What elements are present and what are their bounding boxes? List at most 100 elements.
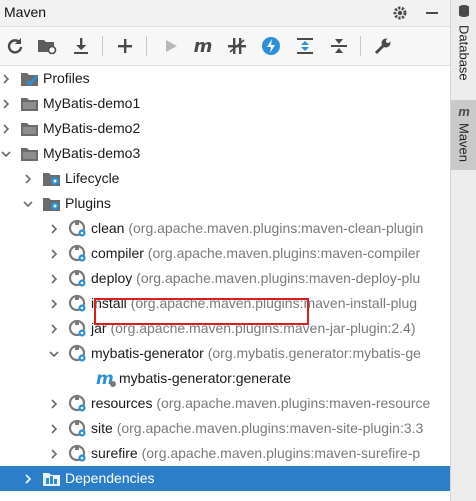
tree-row[interactable]: install (org.apache.maven.plugins:maven-… xyxy=(0,291,450,316)
chevron-down-icon[interactable] xyxy=(22,197,34,209)
chevron-right-icon[interactable] xyxy=(48,297,60,309)
node-coordinates: (org.apache.maven.plugins:maven-surefire… xyxy=(141,445,421,461)
database-icon xyxy=(457,4,471,21)
goal-icon: m xyxy=(96,369,116,389)
tree-row-label: Profiles xyxy=(43,70,90,86)
expand-all-icon[interactable] xyxy=(294,35,316,57)
database-tab-label: Database xyxy=(456,25,472,81)
tree-row[interactable]: compiler (org.apache.maven.plugins:maven… xyxy=(0,241,450,266)
node-coordinates: (org.apache.maven.plugins:maven-compiler xyxy=(147,245,421,261)
skip-tests-icon[interactable] xyxy=(260,35,282,57)
tree-row-label: MyBatis-demo3 xyxy=(43,145,140,161)
tree-row[interactable]: MyBatis-demo3 xyxy=(0,141,450,166)
run-icon[interactable] xyxy=(160,35,182,57)
node-name: Dependencies xyxy=(65,470,155,486)
node-name: surefire xyxy=(91,445,138,461)
tree-row[interactable]: mybatis-generator (org.mybatis.generator… xyxy=(0,341,450,366)
plugin-icon xyxy=(68,294,88,313)
node-name: Plugins xyxy=(65,195,111,211)
folder-gear-icon xyxy=(42,194,62,213)
tree-row-label: mybatis-generator:generate xyxy=(119,370,291,386)
tree-row-label: deploy (org.apache.maven.plugins:maven-d… xyxy=(91,270,420,286)
tree-row-label: mybatis-generator (org.mybatis.generator… xyxy=(91,345,421,361)
gear-icon[interactable] xyxy=(390,3,410,23)
chevron-right-icon[interactable] xyxy=(48,397,60,409)
plugin-icon xyxy=(68,244,88,263)
minimize-icon[interactable] xyxy=(422,3,442,23)
maven-project-icon xyxy=(20,119,40,138)
node-coordinates: (org.apache.maven.plugins:maven-deploy-p… xyxy=(136,270,421,286)
chevron-right-icon[interactable] xyxy=(48,447,60,459)
maven-toolbar: m xyxy=(0,27,450,66)
node-name: MyBatis-demo1 xyxy=(43,95,141,111)
node-name: MyBatis-demo3 xyxy=(43,145,141,161)
database-tab[interactable]: Database xyxy=(451,4,476,94)
maven-tool-window: Maven m Profiles MyBatis-demo1 MyBatis-d… xyxy=(0,0,450,501)
node-coordinates: (org.apache.maven.plugins:maven-install-… xyxy=(130,295,418,311)
chevron-right-icon[interactable] xyxy=(0,72,12,84)
profiles-icon xyxy=(20,69,40,88)
collapse-all-icon[interactable] xyxy=(328,35,350,57)
tree-row[interactable]: Profiles xyxy=(0,66,450,91)
title-bar: Maven xyxy=(0,0,450,27)
tree-row[interactable]: deploy (org.apache.maven.plugins:maven-d… xyxy=(0,266,450,291)
tree-row-label: MyBatis-demo1 xyxy=(43,95,140,111)
tree-row[interactable]: Lifecycle xyxy=(0,166,450,191)
tree-row[interactable]: jar (org.apache.maven.plugins:maven-jar-… xyxy=(0,316,450,341)
tree-row-label: install (org.apache.maven.plugins:maven-… xyxy=(91,295,417,311)
tree-row[interactable]: Plugins xyxy=(0,191,450,216)
plugin-icon xyxy=(68,219,88,238)
tree-row-label: surefire (org.apache.maven.plugins:maven… xyxy=(91,445,420,461)
chevron-right-icon[interactable] xyxy=(48,322,60,334)
tree-row-label: MyBatis-demo2 xyxy=(43,120,140,136)
tree-row-label: clean (org.apache.maven.plugins:maven-cl… xyxy=(91,220,423,236)
chevron-right-icon[interactable] xyxy=(0,97,12,109)
tree-row[interactable]: clean (org.apache.maven.plugins:maven-cl… xyxy=(0,216,450,241)
chevron-right-icon[interactable] xyxy=(22,472,34,484)
folder-gear-icon xyxy=(42,169,62,188)
chevron-right-icon[interactable] xyxy=(0,122,12,134)
node-coordinates: (org.apache.maven.plugins:maven-site-plu… xyxy=(116,420,424,436)
node-coordinates: (org.apache.maven.plugins:maven-jar-plug… xyxy=(110,320,416,336)
chevron-right-icon[interactable] xyxy=(22,172,34,184)
tree-row[interactable]: site (org.apache.maven.plugins:maven-sit… xyxy=(0,416,450,441)
maven-tab[interactable]: m Maven xyxy=(451,100,476,170)
node-name: mybatis-generator xyxy=(91,345,204,361)
plugin-icon xyxy=(68,444,88,463)
add-icon[interactable] xyxy=(114,35,136,57)
refresh-icon[interactable] xyxy=(4,35,26,57)
right-tool-strip: Database m Maven xyxy=(450,0,476,501)
folder-refresh-icon[interactable] xyxy=(36,35,58,57)
tree-row[interactable]: Dependencies xyxy=(0,466,450,491)
tree-row-label: jar (org.apache.maven.plugins:maven-jar-… xyxy=(91,320,416,336)
tree-row[interactable]: resources (org.apache.maven.plugins:mave… xyxy=(0,391,450,416)
tree-row[interactable]: surefire (org.apache.maven.plugins:maven… xyxy=(0,441,450,466)
chevron-down-icon[interactable] xyxy=(0,147,12,159)
toggle-offline-icon[interactable] xyxy=(226,35,248,57)
maven-project-tree: Profiles MyBatis-demo1 MyBatis-demo2 MyBati… xyxy=(0,66,450,501)
download-icon[interactable] xyxy=(70,35,92,57)
maven-m-icon[interactable]: m xyxy=(192,35,214,57)
window-title: Maven xyxy=(4,4,47,20)
chevron-right-icon[interactable] xyxy=(48,422,60,434)
chevron-right-icon[interactable] xyxy=(48,272,60,284)
tree-row[interactable]: MyBatis-demo1 xyxy=(0,91,450,116)
chevron-right-icon[interactable] xyxy=(48,247,60,259)
node-coordinates: (org.apache.maven.plugins:maven-clean-pl… xyxy=(128,220,424,236)
node-coordinates: (org.mybatis.generator:mybatis-ge xyxy=(207,345,421,361)
node-name: MyBatis-demo2 xyxy=(43,120,141,136)
node-name: Profiles xyxy=(43,70,90,86)
tree-row-label: resources (org.apache.maven.plugins:mave… xyxy=(91,395,430,411)
settings-wrench-icon[interactable] xyxy=(372,35,394,57)
tree-row[interactable]: m mybatis-generator:generate xyxy=(0,366,450,391)
toolbar-separator xyxy=(102,36,103,56)
tree-row-label: Lifecycle xyxy=(65,170,119,186)
tree-row[interactable]: MyBatis-demo2 xyxy=(0,116,450,141)
chevron-right-icon[interactable] xyxy=(48,222,60,234)
tree-row-label: Dependencies xyxy=(65,470,155,486)
chevron-down-icon[interactable] xyxy=(48,347,60,359)
node-name: deploy xyxy=(91,270,133,286)
plugin-icon xyxy=(68,269,88,288)
plugin-icon xyxy=(68,319,88,338)
plugin-icon xyxy=(68,394,88,413)
